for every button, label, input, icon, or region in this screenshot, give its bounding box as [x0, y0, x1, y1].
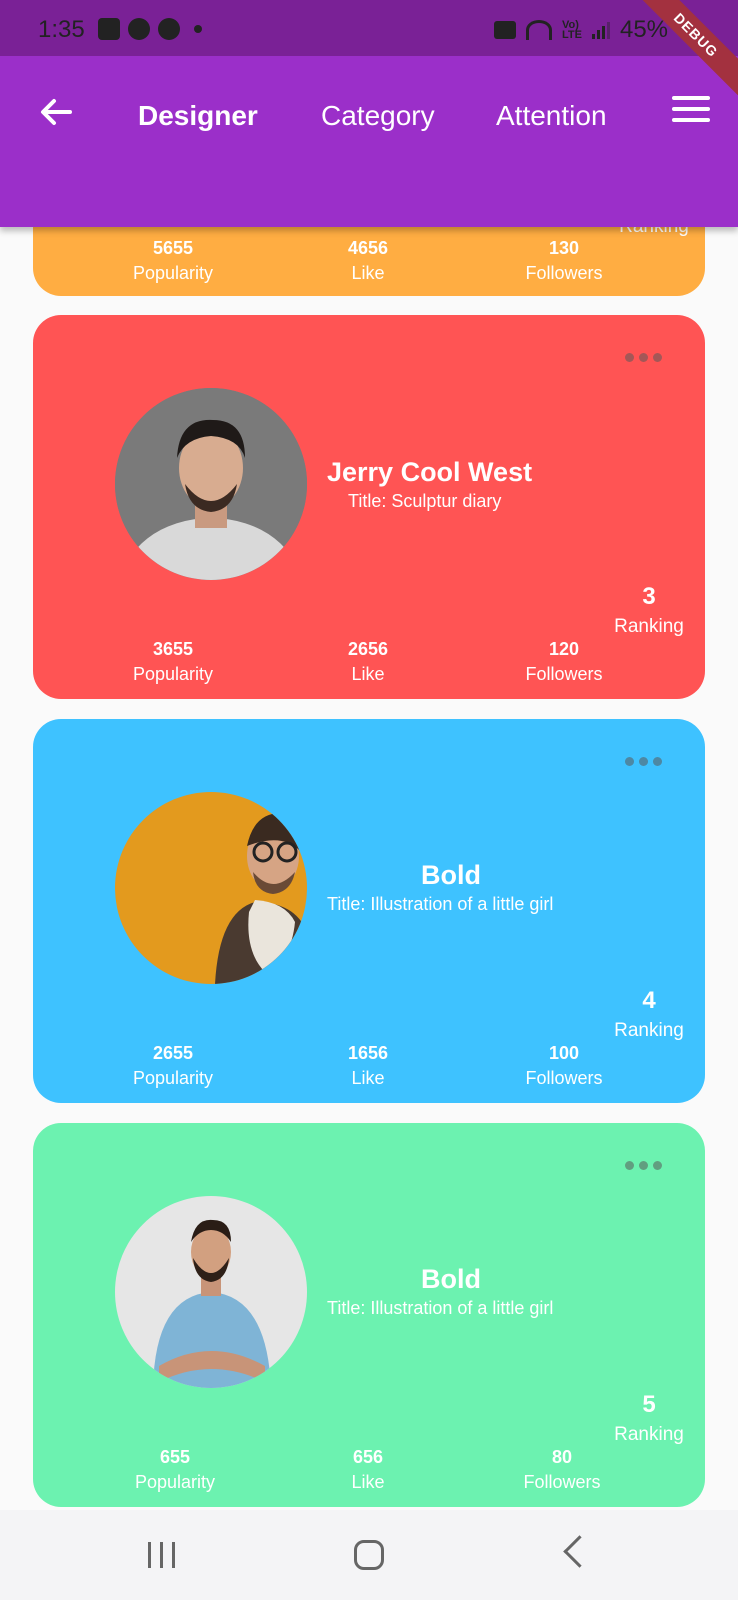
- system-icons: Vo) LTE 45%: [494, 16, 668, 44]
- person-photo: [115, 792, 307, 984]
- stat-label: Like: [351, 664, 385, 684]
- more-options-icon[interactable]: [625, 757, 665, 767]
- tab-designer[interactable]: Designer: [138, 100, 258, 132]
- more-options-icon[interactable]: [625, 1161, 665, 1171]
- avatar: [115, 792, 307, 984]
- ranking-label: Ranking: [614, 1020, 684, 1041]
- person-photo: [115, 388, 307, 580]
- stat-followers: 120 Followers: [484, 639, 644, 685]
- battery-percentage: 45%: [619, 16, 669, 43]
- person-photo: [115, 1196, 307, 1388]
- stat-value: 5655: [152, 238, 194, 258]
- designer-name: Bold: [421, 860, 481, 890]
- sleep-mode-icon: [494, 21, 516, 39]
- stat-value: 2656: [347, 639, 389, 659]
- system-nav-bar: [0, 1510, 738, 1600]
- gallery-icon: [98, 18, 120, 40]
- tab-attention[interactable]: Attention: [496, 100, 607, 132]
- volte-icon: Vo) LTE: [562, 19, 582, 41]
- tab-category[interactable]: Category: [321, 100, 435, 132]
- notification-icons: [98, 18, 202, 40]
- stat-value: 2655: [152, 1043, 194, 1063]
- stat-label: Followers: [525, 263, 603, 283]
- stat-label: Like: [351, 1472, 385, 1492]
- stat-like: 1656 Like: [288, 1043, 448, 1089]
- stat-value: 80: [551, 1447, 573, 1467]
- designer-title: Title: Sculptur diary: [348, 491, 502, 511]
- stat-popularity: 655 Popularity: [95, 1447, 255, 1493]
- hamburger-icon: [672, 96, 710, 100]
- recent-apps-button[interactable]: [148, 1542, 175, 1568]
- system-back-button[interactable]: [563, 1535, 596, 1568]
- stat-followers: 80 Followers: [482, 1447, 642, 1493]
- stat-label: Like: [351, 263, 385, 283]
- ranking-label: Ranking: [614, 616, 684, 637]
- snapchat-icon: [158, 18, 180, 40]
- avatar: [115, 1196, 307, 1388]
- stat-popularity: 2655 Popularity: [93, 1043, 253, 1089]
- stat-label: Popularity: [132, 263, 214, 283]
- more-options-icon[interactable]: [625, 353, 665, 363]
- stat-followers: 130 Followers: [484, 238, 644, 284]
- designer-card[interactable]: Bold Title: Illustration of a little gir…: [33, 1123, 705, 1507]
- stat-popularity: 5655 Popularity: [93, 238, 253, 284]
- stat-label: Popularity: [134, 1472, 216, 1492]
- stat-label: Followers: [523, 1472, 601, 1492]
- wifi-icon: [526, 20, 552, 40]
- whatsapp-icon: [128, 18, 150, 40]
- status-time: 1:35: [38, 16, 85, 43]
- stat-like: 656 Like: [288, 1447, 448, 1493]
- home-button[interactable]: [354, 1540, 384, 1570]
- stat-label: Like: [351, 1068, 385, 1088]
- stat-value: 655: [159, 1447, 191, 1467]
- designer-card[interactable]: Jerry Cool West Title: Sculptur diary 3 …: [33, 315, 705, 699]
- stat-like: 2656 Like: [288, 639, 448, 685]
- stat-value: 656: [352, 1447, 384, 1467]
- stat-value: 130: [548, 238, 580, 258]
- stat-value: 120: [548, 639, 580, 659]
- designer-name: Bold: [421, 1264, 481, 1294]
- stat-label: Popularity: [132, 1068, 214, 1088]
- stat-popularity: 3655 Popularity: [93, 639, 253, 685]
- ranking-number: 4: [642, 987, 656, 1014]
- stat-label: Popularity: [132, 664, 214, 684]
- stat-like: 4656 Like: [288, 238, 448, 284]
- stat-label: Followers: [525, 664, 603, 684]
- stat-value: 1656: [347, 1043, 389, 1063]
- stat-label: Followers: [525, 1068, 603, 1088]
- arrow-left-icon: [41, 99, 72, 125]
- more-notifications-icon: [194, 25, 202, 33]
- designer-title: Title: Illustration of a little girl: [327, 894, 554, 914]
- designer-title: Title: Illustration of a little girl: [327, 1298, 554, 1318]
- avatar: [115, 388, 307, 580]
- menu-button[interactable]: [672, 96, 710, 128]
- designer-name: Jerry Cool West: [327, 457, 533, 487]
- stat-value: 4656: [347, 238, 389, 258]
- stat-value: 3655: [152, 639, 194, 659]
- ranking-number: 3: [642, 583, 656, 610]
- back-button[interactable]: [36, 92, 76, 132]
- ranking-number: 5: [642, 1391, 656, 1418]
- status-bar: 1:35 Vo) LTE 45%: [0, 0, 738, 56]
- designer-card[interactable]: Bold Title: Illustration of a little gir…: [33, 719, 705, 1103]
- signal-icon: [591, 21, 610, 39]
- ranking-label: Ranking: [614, 1424, 684, 1445]
- stat-followers: 100 Followers: [484, 1043, 644, 1089]
- app-bar: Designer Category Attention: [0, 56, 738, 227]
- stat-value: 100: [548, 1043, 580, 1063]
